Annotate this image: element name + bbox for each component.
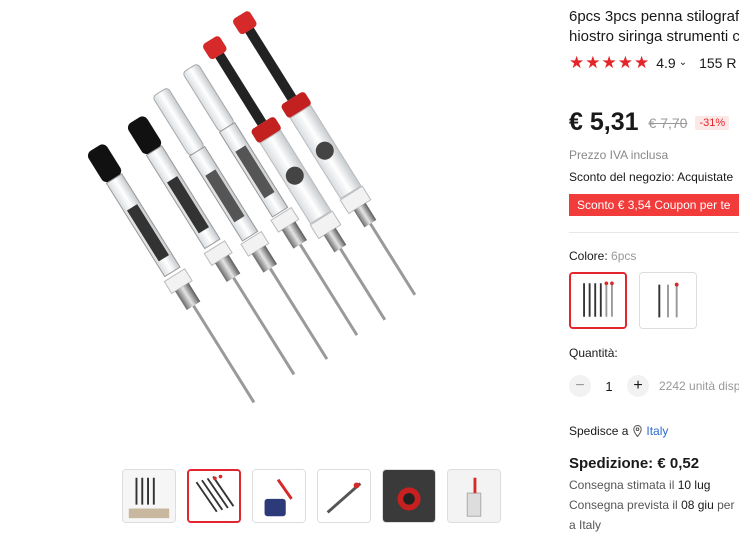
- thumbnail-strip: [122, 469, 501, 523]
- product-title: 6pcs 3pcs penna stilografi hiostro sirin…: [569, 7, 739, 47]
- quantity-value[interactable]: 1: [591, 379, 627, 394]
- quantity-label: Quantità:: [569, 346, 618, 360]
- star-icon: ★: [569, 53, 585, 72]
- quantity-stepper: − 1 + 2242 unità disp: [569, 375, 739, 397]
- expected-delivery-suffix: per: [717, 498, 735, 512]
- product-info-panel: 6pcs 3pcs penna stilografi hiostro sirin…: [569, 0, 739, 542]
- expected-delivery-line2: a Italy: [569, 518, 602, 532]
- rating-value: 4.9: [656, 54, 676, 71]
- original-price: € 7,70: [648, 114, 688, 131]
- selected-color: 6pcs: [611, 249, 637, 263]
- ship-to-label: Spedisce a: [569, 424, 629, 438]
- thumbnail-4[interactable]: [317, 469, 371, 523]
- thumbnail-2[interactable]: [187, 469, 241, 523]
- current-price: € 5,31: [569, 108, 639, 136]
- thumbnail-6[interactable]: [447, 469, 501, 523]
- swatch-6pcs[interactable]: [569, 272, 627, 329]
- expected-delivery-date: 08 giu: [681, 498, 714, 512]
- color-swatches: [569, 272, 697, 329]
- coupon-banner[interactable]: Sconto € 3,54 Coupon per te: [569, 194, 739, 216]
- stock-availability: 2242 unità disp: [659, 379, 739, 393]
- location-pin-icon: [633, 425, 643, 437]
- star-icon: ★: [585, 53, 601, 72]
- price-row: € 5,31 € 7,70 -31%: [569, 108, 730, 137]
- star-icon: ★: [601, 53, 617, 72]
- color-label-text: Colore:: [569, 249, 608, 263]
- quantity-decrease-button[interactable]: −: [569, 375, 591, 397]
- discount-badge: -31%: [695, 115, 730, 130]
- expected-delivery-label: Consegna prevista il: [569, 498, 678, 512]
- shop-discount-text: Sconto del negozio: Acquistate: [569, 170, 734, 184]
- main-product-image[interactable]: [60, 0, 560, 450]
- quantity-increase-button[interactable]: +: [627, 375, 649, 397]
- thumbnail-5[interactable]: [382, 469, 436, 523]
- estimated-delivery-date: 10 lug: [677, 478, 711, 492]
- divider: [569, 232, 739, 233]
- vat-note: Prezzo IVA inclusa: [569, 148, 669, 162]
- star-icon: ★: [617, 53, 633, 72]
- product-gallery: [0, 0, 560, 542]
- title-line-1: 6pcs 3pcs penna stilografi: [569, 8, 739, 25]
- reviews-link[interactable]: 155 R: [699, 55, 736, 71]
- ship-to-country-link[interactable]: Italy: [646, 424, 668, 438]
- color-label: Colore: 6pcs: [569, 249, 636, 263]
- estimated-delivery: Consegna stimata il 10 lug: [569, 478, 710, 492]
- ship-to-row: Spedisce a Italy: [569, 424, 668, 438]
- rating-row[interactable]: ★ ★ ★ ★ ★ 4.9 ⌄ 155 R: [569, 54, 736, 71]
- chevron-down-icon[interactable]: ⌄: [679, 57, 687, 68]
- thumbnail-3[interactable]: [252, 469, 306, 523]
- star-icon: ★: [634, 53, 650, 72]
- swatch-3pcs[interactable]: [639, 272, 697, 329]
- estimated-delivery-label: Consegna stimata il: [569, 478, 675, 492]
- shipping-cost: Spedizione: € 0,52: [569, 455, 700, 472]
- title-line-2: hiostro siringa strumenti c: [569, 28, 739, 45]
- expected-delivery: Consegna prevista il 08 giu per: [569, 498, 734, 512]
- thumbnail-1[interactable]: [122, 469, 176, 523]
